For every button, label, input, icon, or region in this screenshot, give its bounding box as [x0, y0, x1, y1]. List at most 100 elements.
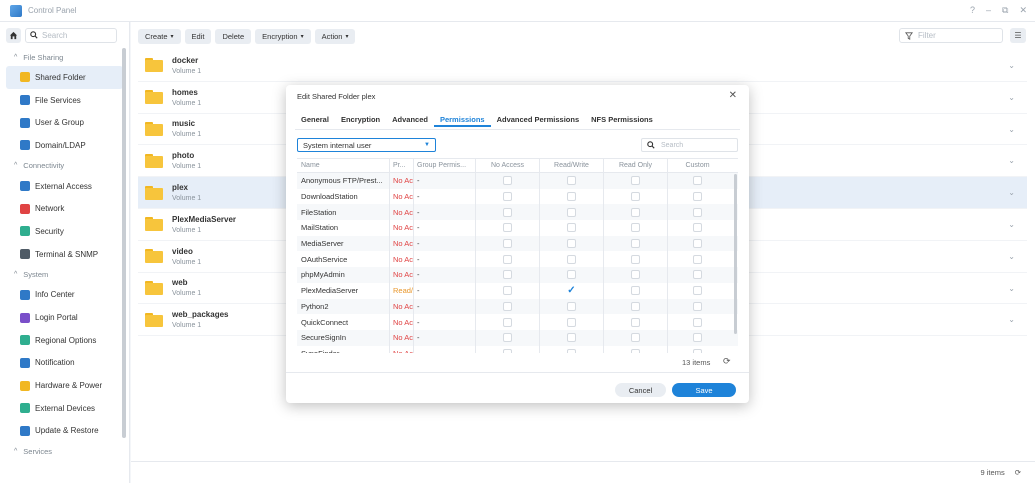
- sidebar-search-input[interactable]: Search: [25, 27, 117, 43]
- cancel-button[interactable]: Cancel: [615, 383, 666, 397]
- chevron-down-icon[interactable]: ⌄: [1008, 315, 1015, 324]
- checkbox[interactable]: [503, 223, 512, 233]
- sidebar-item-file-services[interactable]: File Services: [6, 89, 123, 112]
- sidebar-item-terminal-snmp[interactable]: Terminal & SNMP: [6, 243, 123, 266]
- checkbox[interactable]: [631, 207, 640, 217]
- chevron-down-icon[interactable]: ⌄: [1008, 156, 1015, 165]
- filter-input[interactable]: Filter: [899, 28, 1003, 43]
- sidebar-item-external-devices[interactable]: External Devices: [6, 397, 123, 420]
- tab-advanced[interactable]: Advanced: [386, 115, 434, 127]
- checkbox[interactable]: [693, 333, 702, 343]
- chevron-down-icon[interactable]: ⌄: [1008, 61, 1015, 70]
- checkbox[interactable]: [503, 239, 512, 249]
- permission-row[interactable]: SynoFinderNo Ac-: [297, 345, 738, 353]
- tab-permissions[interactable]: Permissions: [433, 115, 491, 127]
- checkbox[interactable]: [631, 333, 640, 343]
- checkbox[interactable]: [503, 254, 512, 264]
- sidebar-section-header[interactable]: ^ Services: [0, 442, 129, 460]
- col-preview[interactable]: Pr...: [390, 159, 414, 172]
- checkbox[interactable]: [567, 270, 576, 280]
- sidebar-item-login-portal[interactable]: Login Portal: [6, 306, 123, 329]
- chevron-down-icon[interactable]: ⌄: [1008, 125, 1015, 134]
- permission-row[interactable]: OAuthService No Ac -: [297, 251, 738, 268]
- checkbox[interactable]: [631, 286, 640, 296]
- sidebar-item-network[interactable]: Network: [6, 197, 123, 220]
- checkbox[interactable]: [693, 223, 702, 233]
- checkbox[interactable]: [567, 317, 576, 327]
- sidebar-item-info-center[interactable]: Info Center: [6, 284, 123, 307]
- checkbox[interactable]: [567, 348, 576, 353]
- checkbox[interactable]: [631, 223, 640, 233]
- checkbox[interactable]: [567, 176, 576, 186]
- checkbox[interactable]: [693, 286, 702, 296]
- home-button[interactable]: [6, 27, 21, 43]
- tab-nfs-permissions[interactable]: NFS Permissions: [585, 115, 659, 127]
- chevron-down-icon[interactable]: ⌄: [1008, 188, 1015, 197]
- permission-row[interactable]: SecureSignIn No Ac -: [297, 329, 738, 346]
- sidebar-item-security[interactable]: Security: [6, 220, 123, 243]
- permission-row[interactable]: MailStation No Ac -: [297, 220, 738, 236]
- col-group-permissions[interactable]: Group Permis...: [414, 159, 476, 172]
- permission-row[interactable]: MediaServer No Ac -: [297, 235, 738, 252]
- checkbox[interactable]: [503, 270, 512, 280]
- checkbox[interactable]: [503, 301, 512, 311]
- action-button[interactable]: Action ▾: [314, 28, 356, 44]
- refresh-icon[interactable]: ⟳: [723, 356, 731, 367]
- chevron-down-icon[interactable]: ⌄: [1008, 93, 1015, 102]
- sidebar-item-domain-ldap[interactable]: Domain/LDAP: [6, 134, 123, 157]
- save-button[interactable]: Save: [672, 383, 736, 397]
- checkbox[interactable]: [631, 239, 640, 249]
- col-no-access[interactable]: No Access: [476, 159, 540, 172]
- checkbox[interactable]: [693, 239, 702, 249]
- user-type-select[interactable]: System internal user ▼: [297, 138, 436, 152]
- sidebar-item-notification[interactable]: Notification: [6, 352, 123, 375]
- checkbox[interactable]: [693, 348, 702, 353]
- permission-row[interactable]: phpMyAdmin No Ac -: [297, 267, 738, 283]
- sidebar-section-header[interactable]: ^ File Sharing: [0, 48, 129, 66]
- checkbox[interactable]: [567, 333, 576, 343]
- checkbox[interactable]: [631, 192, 640, 202]
- permission-row[interactable]: FileStation No Ac -: [297, 204, 738, 221]
- minimize-icon[interactable]: –: [986, 5, 991, 16]
- checkbox[interactable]: [503, 176, 512, 186]
- edit-button[interactable]: Edit: [184, 28, 212, 44]
- permission-search-input[interactable]: Search: [641, 138, 738, 152]
- sidebar-item-regional-options[interactable]: Regional Options: [6, 329, 123, 352]
- checkbox[interactable]: [503, 333, 512, 343]
- restore-icon[interactable]: ⧉: [1002, 5, 1008, 16]
- close-icon[interactable]: ✕: [1019, 5, 1027, 16]
- checkbox[interactable]: [567, 254, 576, 264]
- view-options-button[interactable]: ☰: [1010, 28, 1026, 43]
- chevron-down-icon[interactable]: ⌄: [1008, 220, 1015, 229]
- dialog-close-icon[interactable]: ✕: [729, 90, 737, 101]
- chevron-down-icon[interactable]: ⌄: [1008, 252, 1015, 261]
- checkbox[interactable]: [693, 301, 702, 311]
- sidebar-section-header[interactable]: ^ System: [0, 266, 129, 284]
- checkbox[interactable]: [631, 254, 640, 264]
- col-name[interactable]: Name: [297, 159, 390, 172]
- col-read-write[interactable]: Read/Write: [540, 159, 604, 172]
- checkbox[interactable]: [693, 176, 702, 186]
- permission-row[interactable]: Python2 No Ac -: [297, 298, 738, 315]
- sidebar-item-update-restore[interactable]: Update & Restore: [6, 420, 123, 443]
- sidebar-section-header[interactable]: ^ Connectivity: [0, 157, 129, 175]
- checkbox[interactable]: [693, 254, 702, 264]
- checkbox[interactable]: [693, 207, 702, 217]
- checkbox[interactable]: [567, 192, 576, 202]
- create-button[interactable]: Create ▾: [138, 28, 181, 44]
- checkbox[interactable]: [693, 270, 702, 280]
- sidebar-scrollbar[interactable]: [122, 48, 126, 438]
- checkbox[interactable]: [567, 223, 576, 233]
- tab-advanced-permissions[interactable]: Advanced Permissions: [491, 115, 586, 127]
- checkbox[interactable]: [693, 317, 702, 327]
- help-icon[interactable]: ?: [970, 5, 975, 16]
- sidebar-item-user-group[interactable]: User & Group: [6, 111, 123, 134]
- checkbox[interactable]: [631, 301, 640, 311]
- checkbox[interactable]: [631, 317, 640, 327]
- permission-table-scrollbar[interactable]: [734, 174, 737, 334]
- checkbox[interactable]: [503, 207, 512, 217]
- checkmark-icon[interactable]: ✓: [567, 286, 575, 296]
- tab-general[interactable]: General: [295, 115, 335, 127]
- permission-row[interactable]: PlexMediaServer Read/- ✓: [297, 282, 738, 299]
- checkbox[interactable]: [693, 192, 702, 202]
